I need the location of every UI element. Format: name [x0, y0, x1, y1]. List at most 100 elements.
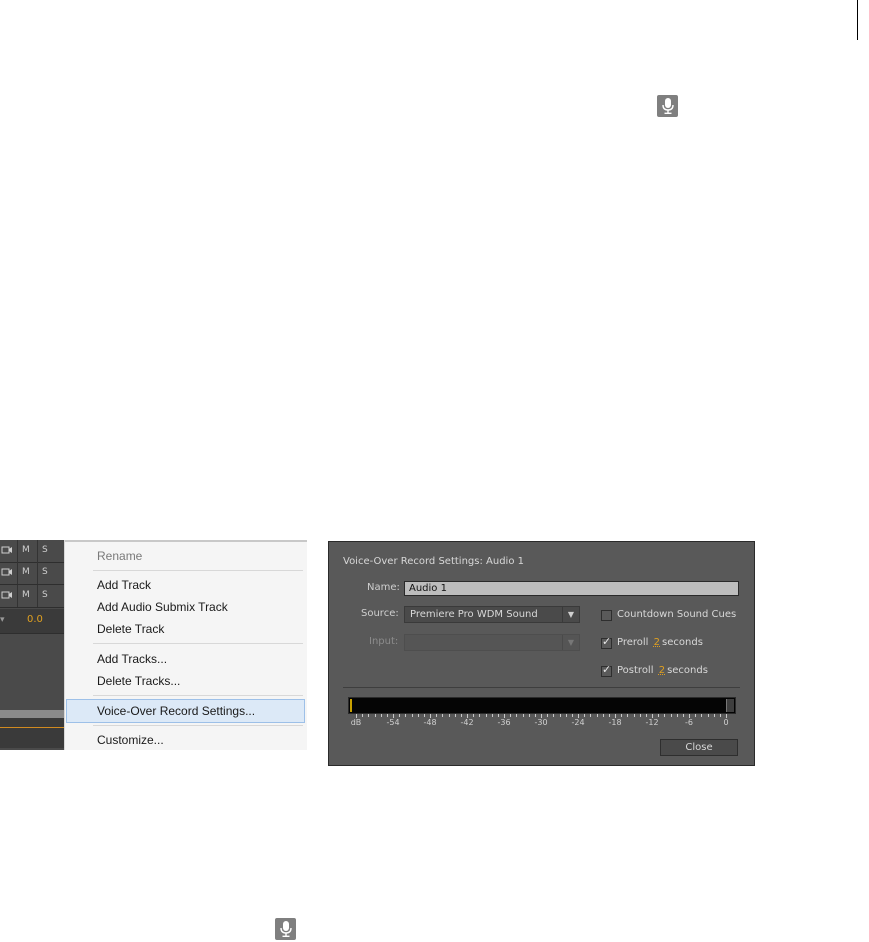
meter-tick [362, 714, 364, 717]
checkbox-check-icon: ✓ [602, 663, 612, 676]
menu-item-add-track[interactable]: Add Track [97, 575, 151, 595]
menu-item-add-audio-submix-track[interactable]: Add Audio Submix Track [97, 597, 228, 617]
meter-scale-label: -54 [386, 718, 400, 727]
mute-button[interactable]: M [22, 590, 30, 600]
meter-tick [417, 714, 419, 717]
menu-item-rename[interactable]: Rename [97, 546, 142, 566]
meter-tick [528, 714, 530, 717]
meter-tick [571, 714, 573, 717]
meter-tick [473, 714, 475, 717]
page-edge-line [857, 0, 858, 40]
menu-separator [93, 570, 303, 571]
track-context-menu: Rename Add Track Add Audio Submix Track … [64, 540, 307, 750]
preroll-seconds-value[interactable]: 2 [652, 637, 662, 648]
meter-peak-indicator [726, 699, 734, 712]
camera-icon[interactable] [1, 566, 13, 578]
solo-button[interactable]: S [42, 545, 48, 555]
meter-tick [380, 714, 382, 717]
meter-tick [460, 714, 462, 717]
menu-separator [93, 643, 303, 644]
postroll-seconds-value[interactable]: 2 [657, 665, 667, 676]
name-field[interactable]: Audio 1 [404, 581, 739, 596]
meter-tick [670, 714, 672, 717]
meter-scale-label: 0 [723, 718, 729, 727]
meter-tick [559, 714, 561, 717]
meter-scale-label: -36 [497, 718, 511, 727]
meter-tick [658, 714, 660, 717]
meter-scale-label: -42 [460, 718, 474, 727]
playhead-line [0, 727, 64, 728]
meter-scale: dB -54 -48 -42 -36 -30 -24 -18 -12 -6 0 [348, 714, 736, 732]
meter-tick [534, 714, 536, 717]
track-row: M S [0, 585, 64, 608]
menu-item-delete-track[interactable]: Delete Track [97, 619, 164, 639]
camera-icon[interactable] [1, 544, 13, 556]
meter-scale-label: -48 [423, 718, 437, 727]
meter-tick [713, 714, 715, 717]
name-label: Name: [367, 582, 400, 593]
meter-tick [436, 714, 438, 717]
voice-over-record-button-top[interactable] [657, 95, 678, 117]
mute-button[interactable]: M [22, 545, 30, 555]
postroll-unit: seconds [667, 665, 708, 676]
meter-tick [596, 714, 598, 717]
close-button[interactable]: Close [660, 739, 738, 756]
solo-button[interactable]: S [42, 590, 48, 600]
volume-value[interactable]: 0.0 [27, 614, 43, 625]
checkbox-check-icon: ✓ [602, 635, 612, 648]
dialog-divider [343, 687, 740, 688]
dropdown-arrow-icon: ▼ [562, 635, 579, 650]
preroll-checkbox[interactable]: ✓ [601, 635, 612, 649]
meter-tick [516, 714, 518, 717]
voice-over-record-button-bottom[interactable] [275, 918, 296, 940]
menu-item-voice-over-record-settings[interactable]: Voice-Over Record Settings... [97, 701, 255, 721]
menu-item-delete-tracks[interactable]: Delete Tracks... [97, 671, 180, 691]
countdown-sound-cues-label: Countdown Sound Cues [617, 609, 737, 620]
meter-tick [608, 714, 610, 717]
meter-tick [645, 714, 647, 717]
dialog-title: Voice-Over Record Settings: Audio 1 [343, 556, 524, 567]
dropdown-arrow-icon[interactable]: ▼ [562, 607, 579, 622]
meter-scale-label: dB [350, 718, 362, 727]
meter-tick [399, 714, 401, 717]
meter-tick [676, 714, 678, 717]
source-select-value: Premiere Pro WDM Sound [410, 609, 538, 620]
microphone-icon [661, 98, 674, 114]
postroll-checkbox[interactable]: ✓ [601, 663, 612, 677]
collapse-arrow-icon[interactable]: ▾ [0, 615, 5, 625]
preroll-label: Preroll [617, 637, 649, 648]
meter-scale-label: -24 [571, 718, 585, 727]
meter-tick [479, 714, 481, 717]
meter-tick [491, 714, 493, 717]
track-scrollbar[interactable] [0, 710, 64, 718]
source-label: Source: [361, 608, 399, 619]
meter-tick [627, 714, 629, 717]
meter-tick [682, 714, 684, 717]
postroll-label: Postroll [617, 665, 654, 676]
postroll-option: Postroll 2 seconds [617, 665, 708, 676]
meter-tick [448, 714, 450, 717]
track-volume-row: ▾ 0.0 [0, 609, 64, 634]
input-select: ▼ [404, 634, 580, 651]
meter-tick [695, 714, 697, 717]
meter-tick [497, 714, 499, 717]
solo-button[interactable]: S [42, 567, 48, 577]
preroll-option: Preroll 2 seconds [617, 637, 703, 648]
meter-tick [633, 714, 635, 717]
input-label: Input: [369, 636, 399, 647]
meter-tick [411, 714, 413, 717]
meter-tick [485, 714, 487, 717]
track-area-bottom [0, 718, 64, 748]
meter-tick [547, 714, 549, 717]
source-select[interactable]: Premiere Pro WDM Sound ▼ [404, 606, 580, 623]
camera-icon[interactable] [1, 589, 13, 601]
meter-scale-label: -30 [534, 718, 548, 727]
mute-button[interactable]: M [22, 567, 30, 577]
meter-tick [565, 714, 567, 717]
meter-tick [368, 714, 370, 717]
meter-tick [454, 714, 456, 717]
menu-item-add-tracks[interactable]: Add Tracks... [97, 649, 167, 669]
countdown-sound-cues-checkbox[interactable] [601, 610, 612, 621]
microphone-icon [279, 921, 292, 937]
menu-item-customize[interactable]: Customize... [97, 730, 164, 750]
